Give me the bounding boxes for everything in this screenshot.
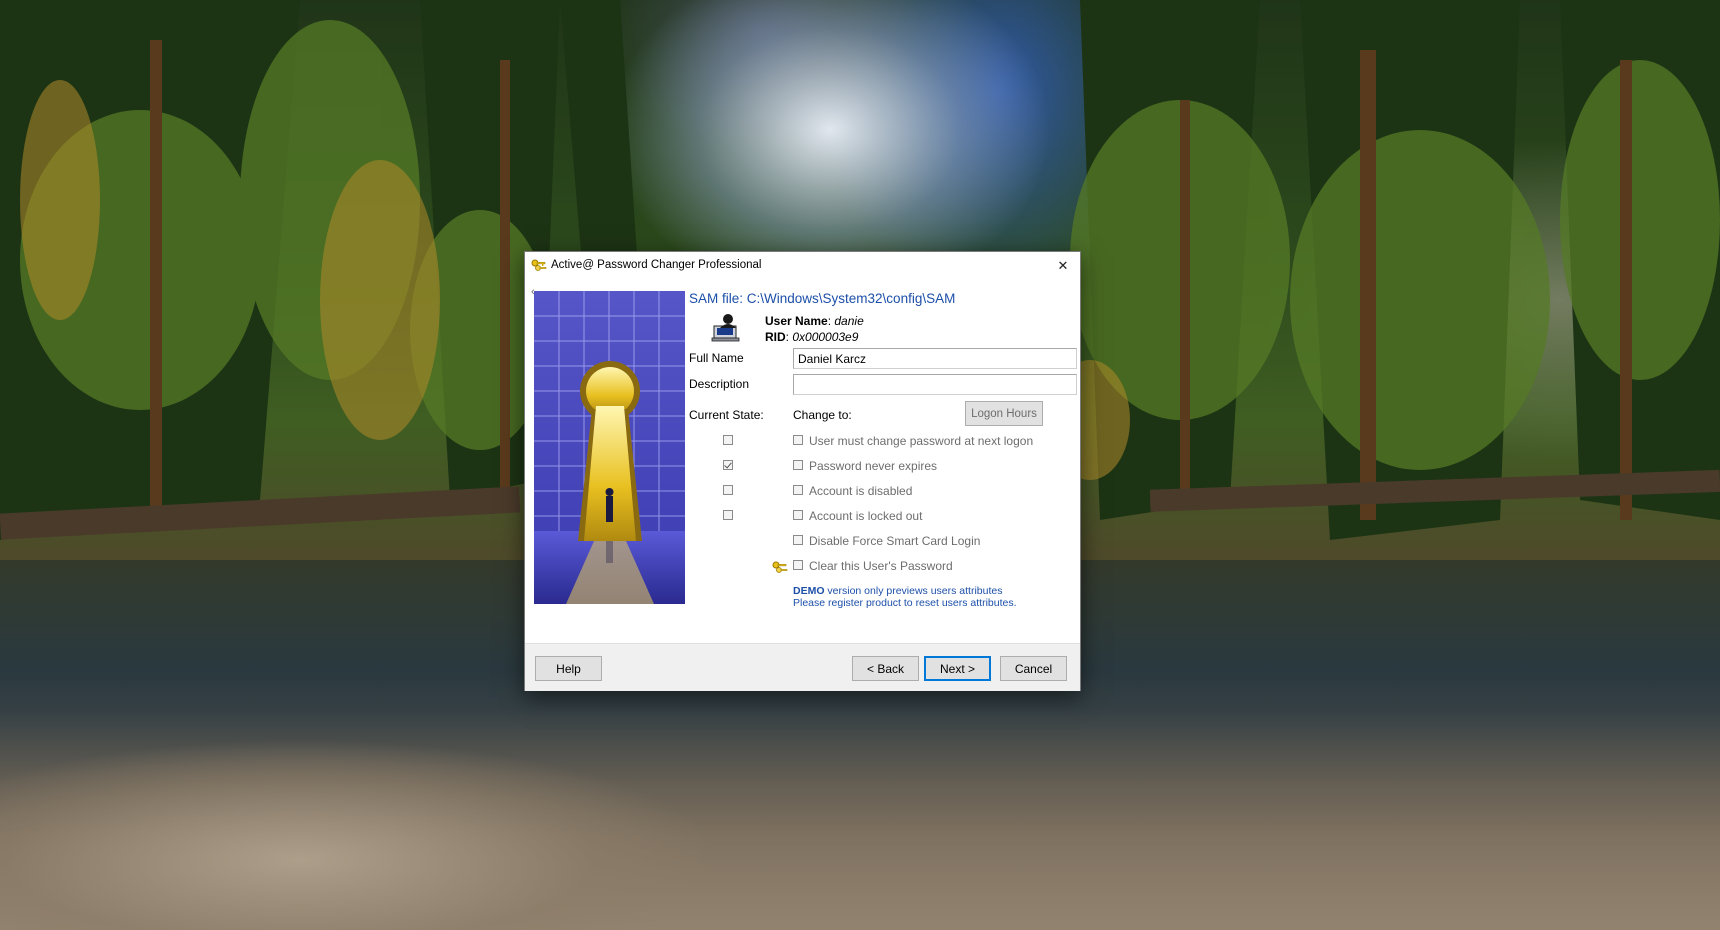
close-icon: ✕	[1057, 258, 1069, 273]
dialog-footer: Help < Back Next > Cancel	[525, 643, 1080, 691]
demo-bold-label: DEMO	[793, 585, 825, 597]
keys-icon	[531, 259, 547, 271]
clear-password-checkbox[interactable]	[793, 560, 803, 570]
password-changer-dialog: Active@ Password Changer Professional ✕ …	[524, 251, 1081, 691]
next-button[interactable]: Next >	[924, 656, 991, 681]
full-name-label: Full Name	[689, 351, 744, 365]
password-never-expires-checkbox[interactable]	[793, 460, 803, 470]
must-change-password-checkbox[interactable]	[793, 435, 803, 445]
change-to-label: Change to:	[793, 408, 852, 422]
account-disabled-checkbox[interactable]	[793, 485, 803, 495]
keyhole-banner-image	[534, 291, 685, 604]
demo-notice-line-1-text: version only previews users attributes	[824, 585, 1003, 597]
account-locked-label: Account is locked out	[809, 509, 923, 523]
cancel-button[interactable]: Cancel	[1000, 656, 1067, 681]
must-change-password-label: User must change password at next logon	[809, 434, 1034, 448]
clear-password-label: Clear this User's Password	[809, 559, 953, 573]
current-state-must-change-checkbox	[723, 435, 733, 445]
keys-icon	[772, 561, 788, 573]
help-button[interactable]: Help	[535, 656, 602, 681]
gravel-bank-graphic	[0, 720, 800, 930]
rid-value: 0x000003e9	[792, 330, 859, 344]
close-button[interactable]: ✕	[1046, 252, 1080, 280]
description-label: Description	[689, 377, 750, 391]
account-disabled-label: Account is disabled	[809, 484, 913, 498]
title-bar: Active@ Password Changer Professional ✕	[525, 252, 1080, 280]
current-state-label: Current State:	[689, 408, 764, 422]
disable-smart-card-label: Disable Force Smart Card Login	[809, 534, 981, 548]
desktop-wallpaper: Active@ Password Changer Professional ✕ …	[0, 0, 1720, 930]
current-state-disabled-checkbox	[723, 485, 733, 495]
back-button[interactable]: < Back	[852, 656, 919, 681]
current-state-locked-checkbox	[723, 510, 733, 520]
user-computer-icon	[711, 314, 740, 342]
demo-notice-line-2: Please register product to reset users a…	[793, 597, 1017, 609]
user-name-line: User Name: danie	[765, 314, 864, 328]
sam-file-path: SAM file: C:\Windows\System32\config\SAM	[689, 291, 956, 306]
current-state-never-expires-checkbox	[723, 460, 733, 470]
demo-notice: DEMO version only previews users attribu…	[793, 585, 1017, 609]
account-locked-checkbox[interactable]	[793, 510, 803, 520]
user-name-label: User Name	[765, 314, 828, 328]
rid-line: RID: 0x000003e9	[765, 330, 858, 344]
window-title: Active@ Password Changer Professional	[551, 259, 762, 271]
disable-smart-card-checkbox[interactable]	[793, 535, 803, 545]
logon-hours-button[interactable]: Logon Hours	[965, 401, 1043, 426]
password-never-expires-label: Password never expires	[809, 459, 938, 473]
user-name-value: danie	[834, 314, 864, 328]
demo-notice-line-1: DEMO version only previews users attribu…	[793, 585, 1017, 597]
rid-label: RID	[765, 330, 786, 344]
full-name-input[interactable]	[793, 348, 1077, 369]
description-input[interactable]	[793, 374, 1077, 395]
